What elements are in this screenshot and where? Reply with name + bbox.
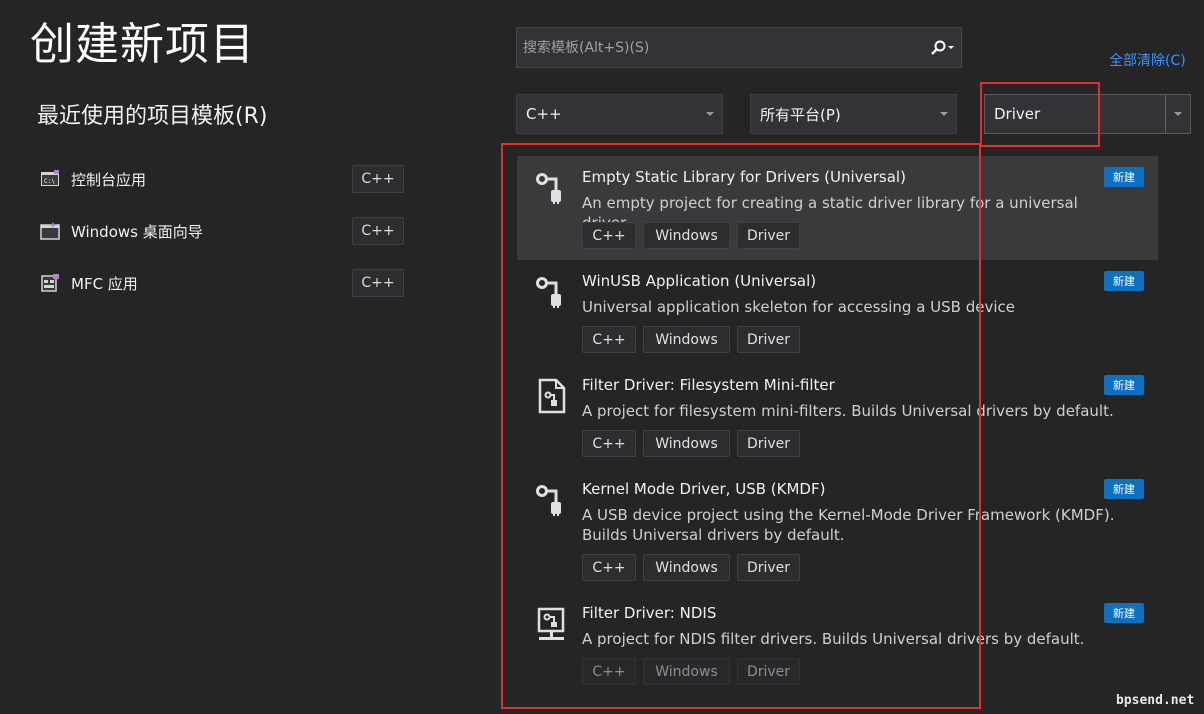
- project-type-tag: Driver: [737, 554, 800, 581]
- language-tag: C++: [582, 554, 636, 581]
- language-tag: C++: [582, 658, 636, 685]
- template-tags: C++ Windows Driver: [582, 658, 800, 685]
- template-name: Empty Static Library for Drivers (Univer…: [582, 168, 906, 186]
- language-filter-dropdown[interactable]: C++: [516, 94, 723, 134]
- chevron-down-icon: [1165, 95, 1190, 133]
- template-description: Universal application skeleton for acces…: [582, 298, 1015, 316]
- template-name: WinUSB Application (Universal): [582, 272, 817, 290]
- desktop-wizard-icon: [40, 221, 60, 241]
- platform-tag: Windows: [643, 554, 730, 581]
- clear-all-link[interactable]: 全部清除(C): [1109, 50, 1186, 70]
- search-button[interactable]: [925, 28, 961, 67]
- template-item-empty-static-library[interactable]: Empty Static Library for Drivers (Univer…: [517, 156, 1158, 260]
- template-search-box[interactable]: [516, 27, 962, 68]
- new-badge: 新建: [1104, 167, 1144, 187]
- recent-item-label: MFC 应用: [71, 274, 138, 293]
- template-description: A project for filesystem mini-filters. B…: [582, 402, 1114, 420]
- language-filter-value: C++: [526, 105, 562, 123]
- template-item-ndis-filter[interactable]: Filter Driver: NDIS A project for NDIS f…: [517, 592, 1158, 696]
- driver-plug-icon: [534, 170, 570, 206]
- page-title: 创建新项目: [30, 19, 255, 70]
- chevron-down-icon: [932, 111, 956, 117]
- platform-tag: Windows: [643, 222, 730, 249]
- project-type-tag: Driver: [737, 222, 800, 249]
- template-tags: C++ Windows Driver: [582, 222, 800, 249]
- platform-tag: Windows: [643, 430, 730, 457]
- new-badge: 新建: [1104, 271, 1144, 291]
- project-type-tag: Driver: [737, 658, 800, 685]
- template-search-input[interactable]: [517, 38, 925, 57]
- language-tag: C++: [352, 165, 404, 193]
- platform-filter-dropdown[interactable]: 所有平台(P): [750, 94, 957, 134]
- template-name: Filter Driver: Filesystem Mini-filter: [582, 376, 835, 394]
- language-tag: C++: [352, 217, 404, 245]
- project-type-filter-value: Driver: [994, 105, 1041, 123]
- recent-item-mfc-app[interactable]: MFC 应用 C++: [40, 264, 410, 302]
- template-item-kmdf-usb[interactable]: Kernel Mode Driver, USB (KMDF) A USB dev…: [517, 468, 1158, 592]
- new-badge: 新建: [1104, 375, 1144, 395]
- language-tag: C++: [582, 222, 636, 249]
- mfc-app-icon: [40, 273, 60, 293]
- language-tag: C++: [352, 269, 404, 297]
- console-app-icon: C:\: [40, 169, 60, 189]
- new-badge: 新建: [1104, 603, 1144, 623]
- recent-templates-heading: 最近使用的项目模板(R): [37, 104, 268, 129]
- language-tag: C++: [582, 430, 636, 457]
- driver-plug-icon: [534, 274, 570, 310]
- search-icon: [931, 40, 954, 55]
- svg-text:C:\: C:\: [44, 178, 55, 185]
- driver-plug-icon: [534, 482, 570, 518]
- recent-item-label: Windows 桌面向导: [71, 222, 203, 241]
- template-tags: C++ Windows Driver: [582, 554, 800, 581]
- project-type-tag: Driver: [737, 430, 800, 457]
- recent-item-label: 控制台应用: [71, 170, 147, 189]
- template-name: Kernel Mode Driver, USB (KMDF): [582, 480, 826, 498]
- watermark: bpsend.net: [1116, 693, 1195, 708]
- project-type-filter-dropdown[interactable]: Driver: [984, 94, 1191, 134]
- template-item-winusb-application[interactable]: WinUSB Application (Universal) Universal…: [517, 260, 1158, 364]
- template-item-filesystem-mini-filter[interactable]: Filter Driver: Filesystem Mini-filter A …: [517, 364, 1158, 468]
- network-filter-icon: [534, 606, 570, 642]
- platform-tag: Windows: [643, 658, 730, 685]
- template-tags: C++ Windows Driver: [582, 430, 800, 457]
- template-tags: C++ Windows Driver: [582, 326, 800, 353]
- new-badge: 新建: [1104, 479, 1144, 499]
- platform-tag: Windows: [643, 326, 730, 353]
- recent-item-console-app[interactable]: C:\ 控制台应用 C++: [40, 160, 410, 198]
- template-name: Filter Driver: NDIS: [582, 604, 717, 622]
- template-description: A USB device project using the Kernel-Mo…: [582, 506, 1115, 544]
- project-type-tag: Driver: [737, 326, 800, 353]
- platform-filter-value: 所有平台(P): [760, 105, 841, 124]
- chevron-down-icon: [698, 111, 722, 117]
- file-filter-icon: [534, 378, 570, 414]
- language-tag: C++: [582, 326, 636, 353]
- recent-item-desktop-wizard[interactable]: Windows 桌面向导 C++: [40, 212, 410, 250]
- template-description: A project for NDIS filter drivers. Build…: [582, 630, 1085, 648]
